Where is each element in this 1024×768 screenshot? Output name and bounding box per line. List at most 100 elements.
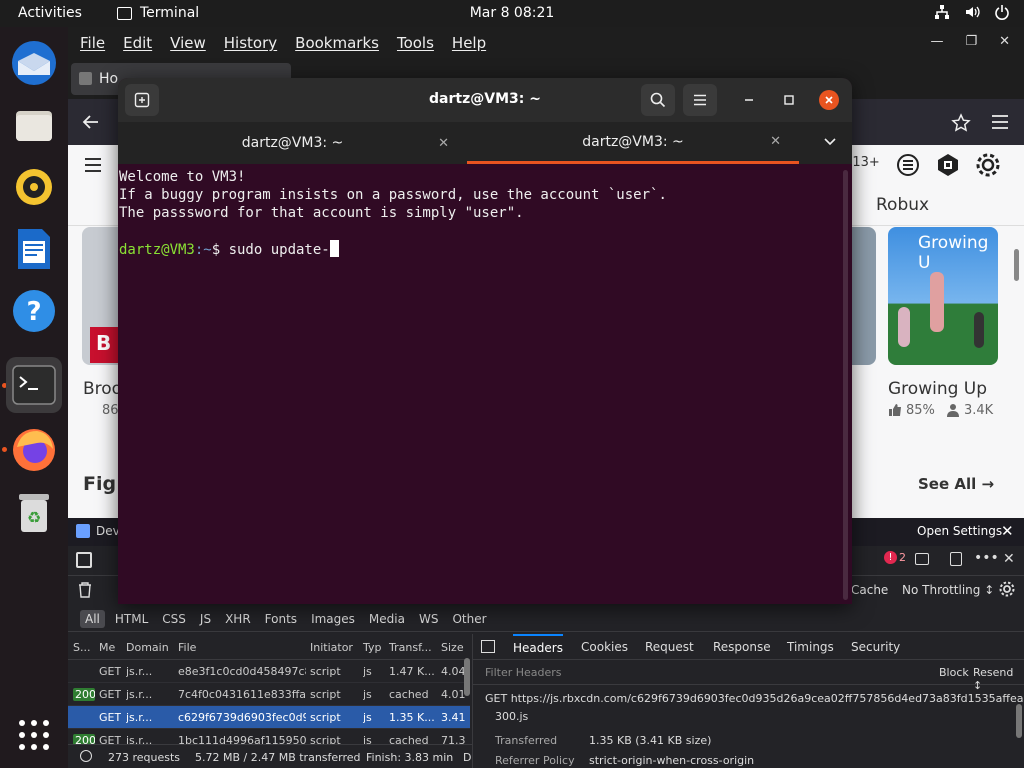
filter-images[interactable]: Images	[311, 612, 355, 626]
close-button[interactable]	[819, 90, 839, 110]
activities-button[interactable]: Activities	[18, 5, 82, 21]
filter-fonts[interactable]: Fonts	[265, 612, 297, 626]
prompt-line[interactable]: dartz@VM3:~$ sudo update-	[119, 240, 851, 258]
request-url[interactable]: GET https://js.rbxcdn.com/c629f6739d6903…	[485, 692, 1024, 705]
game-title-left[interactable]: Broo	[83, 379, 122, 399]
table-scrollbar[interactable]	[464, 658, 470, 696]
filter-html[interactable]: HTML	[115, 612, 148, 626]
tab-request[interactable]: Request	[645, 640, 694, 654]
see-all-link[interactable]: See All →	[918, 475, 994, 493]
throttling-select[interactable]: No Throttling ↕	[902, 583, 994, 597]
col-file[interactable]: File	[178, 641, 196, 654]
ff-minimize-icon[interactable]: —	[930, 34, 943, 49]
game-thumbnail-left[interactable]: B	[82, 227, 122, 365]
robux-label[interactable]: Robux	[876, 195, 929, 215]
col-method[interactable]: Me	[99, 641, 115, 654]
table-row[interactable]: GET js.r... c629f6739d6903fec0d93 script js 1…	[68, 706, 470, 729]
open-settings-button[interactable]: Open Settings	[917, 524, 1002, 538]
menu-tools[interactable]: Tools	[397, 34, 434, 52]
tab-cookies[interactable]: Cookies	[581, 640, 628, 654]
terminal-tab-1[interactable]: dartz@VM3: ~ ✕	[118, 122, 467, 164]
col-size[interactable]: Size	[441, 641, 464, 654]
system-tray[interactable]	[934, 4, 1010, 20]
dock-thunderbird[interactable]	[6, 35, 62, 91]
table-row[interactable]: 200 GET js.r... 1bc111d4996af11595011 script…	[68, 729, 470, 744]
network-settings-gear-icon[interactable]	[999, 581, 1015, 597]
resend-button[interactable]: Resend ↕	[973, 666, 1024, 692]
menu-help[interactable]: Help	[452, 34, 486, 52]
disable-cache-label[interactable]: Cache	[851, 583, 888, 597]
game-title-right[interactable]: Growing Up	[888, 379, 987, 399]
filter-other[interactable]: Other	[452, 612, 486, 626]
app-menu[interactable]: Terminal	[117, 5, 199, 21]
tab-list-chevron-down-icon[interactable]	[824, 138, 836, 146]
new-tab-button[interactable]	[125, 84, 159, 116]
catalog-icon[interactable]	[896, 153, 920, 177]
command-input[interactable]: sudo update-	[229, 242, 330, 258]
game-thumbnail-right[interactable]: Growing U	[888, 227, 998, 365]
settings-gear-icon[interactable]	[976, 153, 1000, 177]
filter-ws[interactable]: WS	[419, 612, 438, 626]
tab-headers[interactable]: Headers	[513, 634, 563, 655]
ff-close-icon[interactable]: ✕	[999, 34, 1010, 49]
error-count[interactable]: 2	[899, 551, 906, 564]
page-scrollbar[interactable]	[1014, 249, 1019, 281]
search-button[interactable]	[641, 84, 675, 116]
col-initiator[interactable]: Initiator	[310, 641, 353, 654]
menu-edit[interactable]: Edit	[123, 34, 152, 52]
devtools-tab[interactable]: Dev	[96, 524, 120, 538]
filter-all[interactable]: All	[80, 609, 105, 628]
trash-clear-icon[interactable]	[78, 582, 92, 598]
devtools-notice-close-icon[interactable]: ✕	[1001, 522, 1014, 540]
table-row[interactable]: 200 GET js.r... 7c4f0c0431611e833ffa0e scrip…	[68, 683, 470, 706]
back-arrow-icon[interactable]	[82, 113, 100, 131]
tab-security[interactable]: Security	[851, 640, 900, 654]
game-thumbnail-mid[interactable]	[852, 227, 876, 365]
dock-trash[interactable]: ♻	[6, 484, 62, 540]
stopwatch-icon[interactable]	[80, 750, 92, 762]
block-button[interactable]: Block	[939, 666, 969, 679]
dock-terminal[interactable]	[6, 357, 62, 413]
minimize-button[interactable]	[739, 90, 759, 110]
page-menu-icon[interactable]	[84, 157, 102, 173]
detail-toggle-icon[interactable]	[481, 640, 495, 653]
terminal-titlebar[interactable]: dartz@VM3: ~	[118, 78, 852, 122]
col-transferred[interactable]: Transf...	[389, 641, 432, 654]
terminal-output[interactable]: Welcome to VM3! If a buggy program insis…	[118, 164, 852, 604]
devtools-close-icon[interactable]: ✕	[1003, 551, 1015, 567]
terminal-tab-2[interactable]: dartz@VM3: ~ ✕	[467, 122, 799, 164]
dock-show-apps[interactable]	[6, 707, 62, 763]
bookmark-star-icon[interactable]	[951, 113, 971, 133]
filter-xhr[interactable]: XHR	[225, 612, 251, 626]
hamburger-menu-icon[interactable]	[991, 114, 1009, 130]
col-domain[interactable]: Domain	[126, 641, 169, 654]
dock-files[interactable]	[6, 97, 62, 153]
table-row[interactable]: GET js.r... e8e3f1c0cd0d458497c8 script js 1.…	[68, 660, 470, 683]
inspector-pick-icon[interactable]	[76, 552, 92, 568]
dock-side-icon[interactable]	[950, 552, 962, 566]
ff-restore-icon[interactable]: ❐	[965, 34, 977, 49]
detail-scrollbar[interactable]	[1016, 704, 1022, 738]
tab-response[interactable]: Response	[713, 640, 771, 654]
robux-icon[interactable]	[936, 153, 960, 177]
terminal-menu-button[interactable]	[683, 84, 717, 116]
devtools-more-icon[interactable]: •••	[974, 550, 999, 566]
tab-timings[interactable]: Timings	[787, 640, 834, 654]
menu-bookmarks[interactable]: Bookmarks	[295, 34, 379, 52]
dock-writer[interactable]	[6, 221, 62, 277]
tab-close-icon[interactable]: ✕	[438, 136, 449, 151]
terminal-scrollbar[interactable]	[843, 170, 848, 600]
col-status[interactable]: S...	[73, 641, 90, 654]
dock-rhythmbox[interactable]	[6, 159, 62, 215]
menu-file[interactable]: File	[80, 34, 105, 52]
menu-view[interactable]: View	[170, 34, 206, 52]
tab-close-icon[interactable]: ✕	[770, 134, 781, 149]
dock-firefox[interactable]	[6, 422, 62, 478]
responsive-mode-icon[interactable]	[915, 553, 929, 565]
maximize-button[interactable]	[779, 90, 799, 110]
menu-history[interactable]: History	[224, 34, 277, 52]
dock-help[interactable]: ?	[6, 283, 62, 339]
filter-css[interactable]: CSS	[162, 612, 186, 626]
filter-media[interactable]: Media	[369, 612, 405, 626]
filter-js[interactable]: JS	[200, 612, 211, 626]
